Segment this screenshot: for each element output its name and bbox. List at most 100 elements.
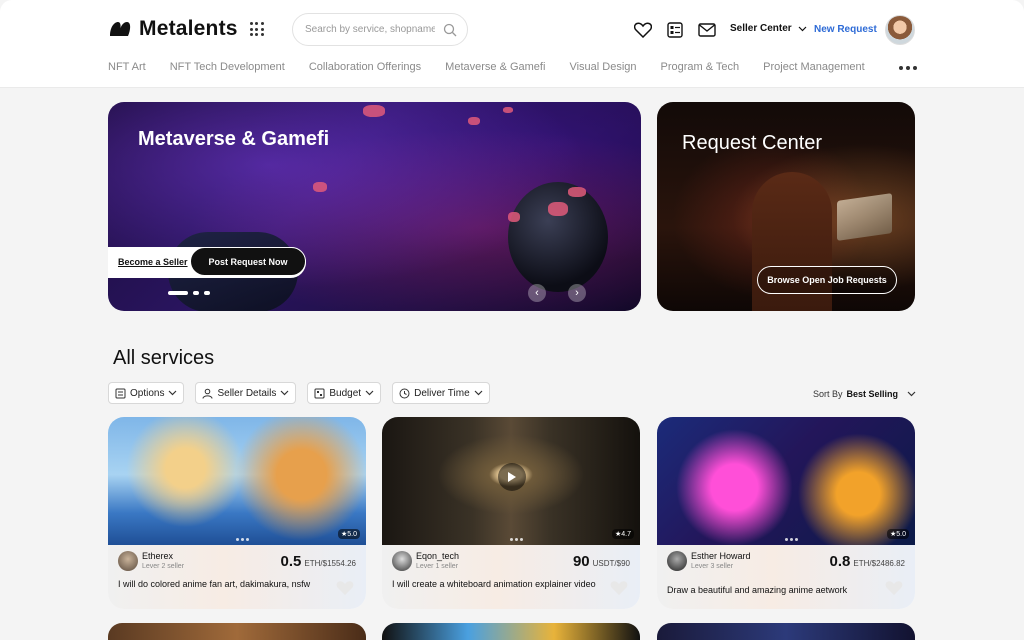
request-center-title: Request Center — [682, 132, 823, 154]
become-seller-link[interactable]: Become a Seller — [118, 257, 188, 267]
carousel-next-icon[interactable]: › — [568, 284, 586, 302]
seller-level: Lever 1 seller — [416, 563, 459, 570]
seller-name[interactable]: Etherex — [142, 551, 173, 561]
orders-list-icon[interactable] — [665, 20, 685, 40]
service-card-info: Eqon_tech Lever 1 seller 90 USDT/$90 I w… — [382, 545, 640, 609]
filter-seller-details[interactable]: Seller Details — [195, 382, 297, 404]
apps-grid-icon[interactable] — [249, 22, 264, 36]
rating-badge: ★5.0 — [337, 529, 360, 539]
service-card-info: Etherex Lever 2 seller 0.5 ETH/$1554.26 … — [108, 545, 366, 609]
logo[interactable]: Metalents — [108, 17, 264, 41]
service-card-peek[interactable] — [657, 623, 915, 640]
filter-options[interactable]: Options — [108, 382, 185, 404]
sort-dropdown[interactable]: Sort By Best Selling — [813, 389, 916, 399]
filter-options-label: Options — [130, 387, 165, 399]
browse-job-requests-button[interactable]: Browse Open Job Requests — [757, 266, 897, 294]
service-card[interactable]: ★4.7 Eqon_tech Lever 1 seller 90 USDT/$9… — [382, 417, 640, 609]
service-card-peek[interactable] — [382, 623, 640, 640]
user-icon — [202, 388, 213, 399]
mail-icon[interactable] — [697, 20, 717, 40]
image-pager-dots[interactable] — [785, 538, 798, 541]
seller-center-menu[interactable]: Seller Center — [730, 23, 807, 34]
request-center-banner[interactable]: Request Center Browse Open Job Requests — [657, 102, 915, 311]
sort-value: Best Selling — [846, 389, 899, 399]
filter-budget-label: Budget — [329, 387, 362, 399]
chevron-down-icon — [907, 391, 916, 397]
price-currency: USDT/$90 — [592, 559, 630, 568]
favorite-heart-icon[interactable] — [336, 579, 354, 597]
chevron-down-icon — [280, 390, 289, 396]
top-header: Metalents Seller Center New Request — [0, 0, 1024, 88]
nav-item-program-tech[interactable]: Program & Tech — [661, 61, 740, 73]
favorite-heart-icon[interactable] — [885, 579, 903, 597]
category-nav: NFT Art NFT Tech Development Collaborati… — [108, 61, 889, 73]
price-value: 0.8 — [829, 553, 851, 570]
rating-badge: ★5.0 — [886, 529, 909, 539]
nav-item-metaverse[interactable]: Metaverse & Gamefi — [445, 61, 545, 73]
hero-banner[interactable]: Metaverse & Gamefi Become a Seller Post … — [108, 102, 641, 311]
image-pager-dots[interactable] — [236, 538, 249, 541]
all-services-title: All services — [113, 347, 215, 369]
service-card[interactable]: ★5.0 Esther Howard Lever 3 seller 0.8 ET… — [657, 417, 915, 609]
price: 0.5 ETH/$1554.26 — [281, 553, 356, 570]
service-card-image — [108, 417, 366, 545]
new-request-link[interactable]: New Request — [814, 24, 877, 35]
carousel-dots[interactable] — [168, 291, 210, 295]
service-card-peek[interactable] — [108, 623, 366, 640]
more-dots-icon[interactable] — [899, 66, 917, 70]
hero-title: Metaverse & Gamefi — [138, 128, 330, 150]
chevron-down-icon — [474, 390, 483, 396]
play-video-icon[interactable] — [498, 463, 526, 491]
price: 90 USDT/$90 — [573, 553, 630, 570]
search-box[interactable] — [292, 13, 468, 46]
filter-deliver-time[interactable]: Deliver Time — [392, 382, 490, 404]
app-window: Metalents Seller Center New Request — [0, 0, 1024, 640]
budget-icon — [314, 388, 325, 398]
logo-mark-icon — [110, 22, 131, 36]
service-title[interactable]: I will do colored anime fan art, dakimak… — [118, 579, 328, 590]
price: 0.8 ETH/$2486.82 — [830, 553, 905, 570]
seller-level: Lever 2 seller — [142, 563, 185, 570]
seller-avatar[interactable] — [118, 551, 138, 571]
filter-bar: Options Seller Details Budget Deliver Ti… — [108, 382, 490, 404]
nav-item-project-management[interactable]: Project Management — [763, 61, 865, 73]
search-icon[interactable] — [443, 23, 457, 37]
hero-image-helmet — [508, 182, 608, 292]
favorite-heart-icon[interactable] — [610, 579, 628, 597]
post-request-button[interactable]: Post Request Now — [190, 247, 306, 276]
service-card[interactable]: ★5.0 Etherex Lever 2 seller 0.5 ETH/$155… — [108, 417, 366, 609]
nav-item-nft-tech[interactable]: NFT Tech Development — [170, 61, 285, 73]
nav-item-visual-design[interactable]: Visual Design — [569, 61, 636, 73]
nav-item-collaboration[interactable]: Collaboration Offerings — [309, 61, 421, 73]
user-avatar[interactable] — [885, 15, 915, 45]
price-value: 90 — [572, 553, 590, 570]
seller-center-label: Seller Center — [730, 23, 792, 34]
service-card-image — [657, 417, 915, 545]
rating-badge: ★4.7 — [611, 529, 634, 539]
price-value: 0.5 — [280, 553, 302, 570]
image-pager-dots[interactable] — [510, 538, 523, 541]
sort-label: Sort By — [813, 389, 843, 399]
chevron-down-icon — [365, 390, 374, 396]
seller-avatar[interactable] — [667, 551, 687, 571]
options-icon — [115, 388, 126, 398]
carousel-prev-icon[interactable]: ‹ — [528, 284, 546, 302]
hero-actions: Become a Seller Post Request Now — [108, 247, 306, 278]
service-title[interactable]: Draw a beautiful and amazing anime aetwo… — [667, 585, 877, 596]
clock-icon — [399, 388, 410, 398]
chevron-down-icon — [798, 26, 807, 31]
price-currency: ETH/$2486.82 — [853, 559, 905, 568]
chevron-down-icon — [169, 390, 177, 396]
logo-text: Metalents — [139, 17, 238, 40]
seller-avatar[interactable] — [392, 551, 412, 571]
seller-name[interactable]: Esther Howard — [691, 551, 751, 561]
search-input[interactable] — [305, 24, 435, 35]
seller-name[interactable]: Eqon_tech — [416, 551, 459, 561]
nav-item-nft-art[interactable]: NFT Art — [108, 61, 146, 73]
seller-level: Lever 3 seller — [691, 563, 734, 570]
filter-seller-details-label: Seller Details — [217, 387, 277, 399]
filter-budget[interactable]: Budget — [307, 382, 382, 404]
laptop-image — [837, 193, 892, 241]
heart-icon[interactable] — [633, 20, 653, 40]
service-title[interactable]: I will create a whiteboard animation exp… — [392, 579, 602, 590]
